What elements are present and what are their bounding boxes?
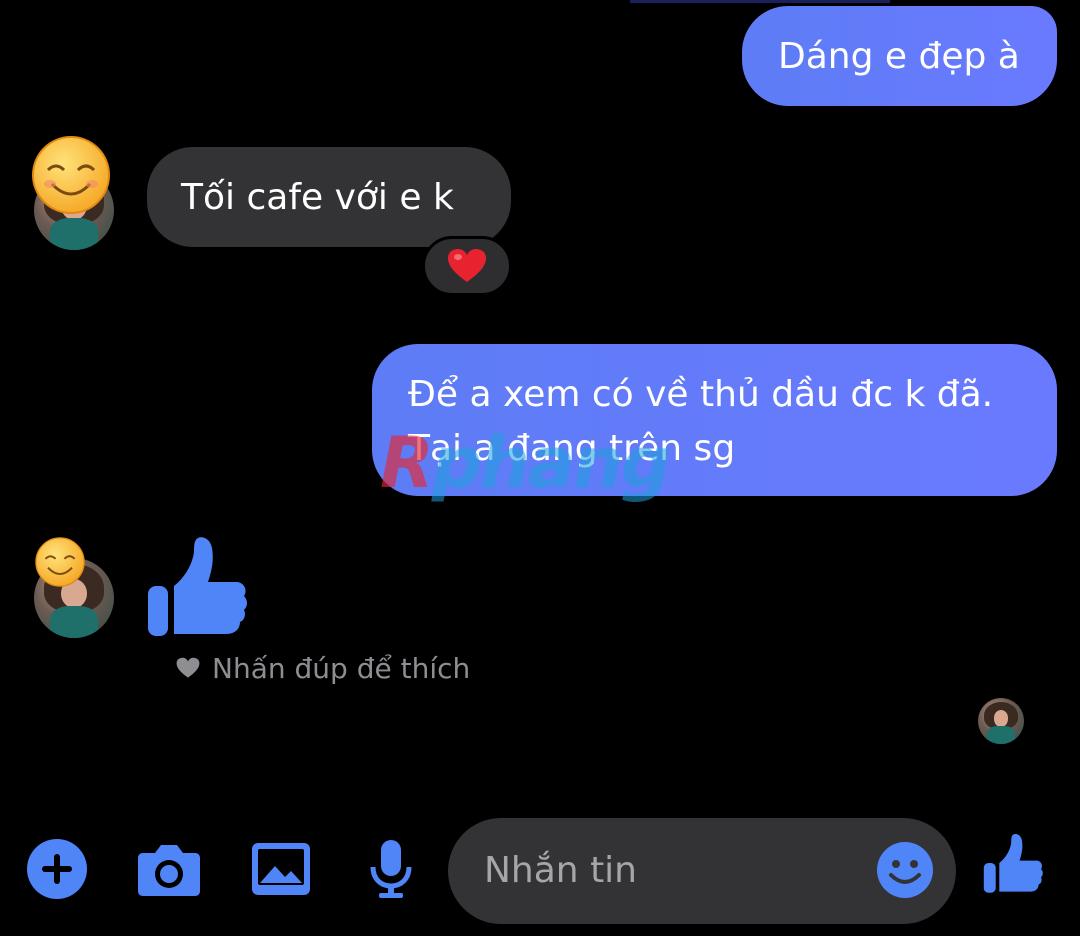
message-reaction[interactable]	[422, 236, 512, 296]
heart-icon	[448, 249, 486, 282]
incoming-message[interactable]: Tối cafe với e k	[147, 147, 511, 247]
camera-icon	[138, 845, 200, 896]
heart-icon	[176, 657, 200, 678]
message-text: Tối cafe với e k	[181, 177, 454, 218]
message-text-line: Tại a đang trên sg	[408, 428, 736, 469]
thumbs-up-icon[interactable]	[146, 534, 248, 638]
smiling-face-icon	[35, 537, 85, 587]
plus-icon	[27, 839, 87, 899]
message-text-line: Để a xem có về thủ dầu đc k đã.	[408, 374, 994, 415]
message-input[interactable]: Nhắn tin	[448, 818, 956, 924]
message-composer: Nhắn tin	[0, 808, 1080, 936]
add-button[interactable]	[24, 836, 90, 902]
camera-button[interactable]	[136, 836, 202, 902]
message-text: Dáng e đẹp à	[778, 36, 1020, 77]
hint-text: Nhấn đúp để thích	[212, 651, 471, 685]
double-tap-hint: Nhấn đúp để thích	[176, 648, 470, 688]
top-divider	[630, 0, 890, 3]
gallery-icon	[252, 843, 310, 895]
outgoing-message[interactable]: Để a xem có về thủ dầu đc k đã. Tại a đa…	[372, 344, 1057, 496]
outgoing-message[interactable]: Dáng e đẹp à	[742, 6, 1057, 106]
message-input-placeholder: Nhắn tin	[484, 850, 637, 891]
seen-avatar	[978, 698, 1024, 744]
gallery-button[interactable]	[248, 836, 314, 902]
emoji-icon[interactable]	[876, 841, 934, 899]
thumbs-up-icon[interactable]	[982, 832, 1044, 894]
smiling-face-icon	[32, 136, 110, 214]
microphone-button[interactable]	[358, 836, 424, 902]
microphone-icon	[370, 840, 412, 898]
